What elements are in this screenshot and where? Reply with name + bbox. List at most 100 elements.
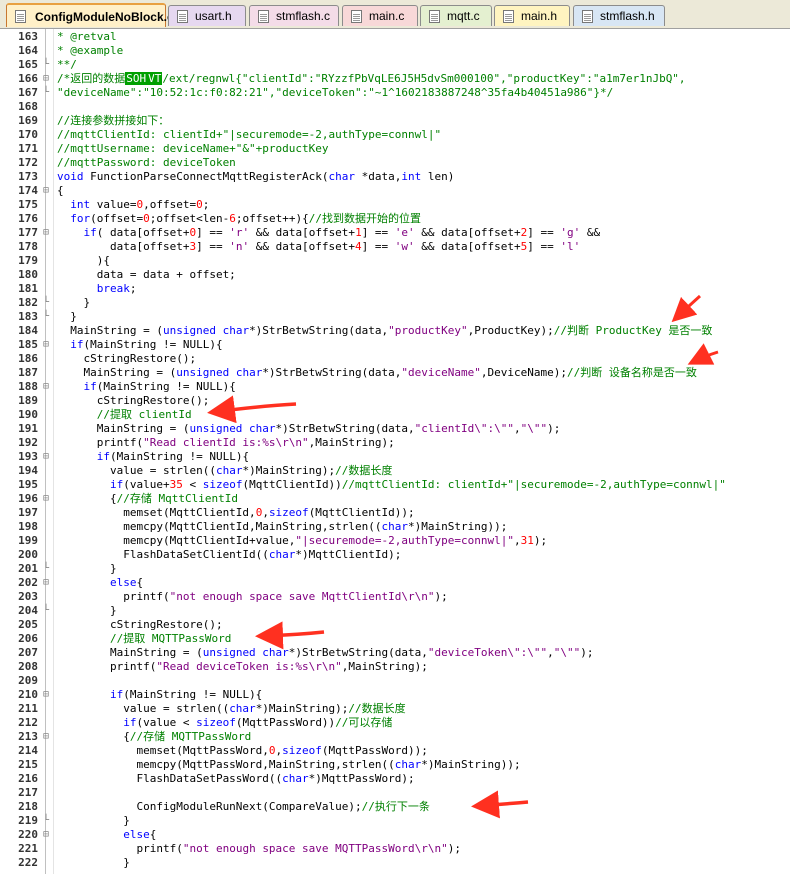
code-line[interactable]: data = data + offset; — [57, 268, 787, 282]
line-number: 182 — [18, 296, 38, 309]
code-line[interactable]: //提取 clientId — [57, 408, 787, 422]
code-line[interactable]: if(MainString != NULL){ — [57, 338, 787, 352]
code-line[interactable]: ConfigModuleRunNext(CompareValue);//执行下一… — [57, 800, 787, 814]
tab-stmflash-c[interactable]: stmflash.c — [249, 5, 339, 26]
code-line[interactable]: MainString = (unsigned char*)StrBetwStri… — [57, 422, 787, 436]
code-line[interactable]: MainString = (unsigned char*)StrBetwStri… — [57, 366, 787, 380]
line-number: 206 — [18, 632, 38, 645]
code-line[interactable]: {//存储 MqttClientId — [57, 492, 787, 506]
fold-end-marker: └ — [42, 815, 50, 826]
fold-toggle[interactable]: ⊟ — [41, 576, 51, 590]
code-line[interactable]: } — [57, 296, 787, 310]
code-line[interactable]: FlashDataSetPassWord((char*)MqttPassWord… — [57, 772, 787, 786]
fold-toggle[interactable]: ⊟ — [41, 828, 51, 842]
code-line[interactable]: printf("Read clientId is:%s\r\n",MainStr… — [57, 436, 787, 450]
code-line[interactable]: "deviceName":"10:52:1c:f0:82:21","device… — [57, 86, 787, 100]
line-number: 169 — [18, 114, 38, 127]
fold-toggle[interactable]: ⊟ — [41, 380, 51, 394]
code-line[interactable]: /*返回的数据SOH VT/ext/regnwl{"clientId":"RYzz… — [57, 72, 787, 86]
tab-label: stmflash.c — [276, 9, 331, 23]
code-line[interactable]: //连接参数拼接如下： — [57, 114, 787, 128]
code-line[interactable]: memcpy(MqttClientId+value,"|securemode=-… — [57, 534, 787, 548]
code-line[interactable]: //mqttPassword: deviceToken — [57, 156, 787, 170]
fold-toggle[interactable]: ⊟ — [41, 688, 51, 702]
fold-toggle[interactable]: ⊟ — [41, 730, 51, 744]
fold-toggle[interactable]: ⊟ — [41, 184, 51, 198]
code-line[interactable]: else{ — [57, 828, 787, 842]
code-line[interactable]: memset(MqttClientId,0,sizeof(MqttClientI… — [57, 506, 787, 520]
line-number: 205 — [18, 618, 38, 631]
code-line[interactable]: value = strlen((char*)MainString);//数据长度 — [57, 702, 787, 716]
code-line[interactable]: //mqttClientId: clientId+"|securemode=-2… — [57, 128, 787, 142]
code-line[interactable]: memcpy(MqttPassWord,MainString,strlen((c… — [57, 758, 787, 772]
code-line[interactable]: } — [57, 856, 787, 870]
line-number: 202 — [18, 576, 38, 589]
tab-main-c[interactable]: main.c — [342, 5, 418, 26]
code-line[interactable]: } — [57, 562, 787, 576]
fold-toggle[interactable]: ⊟ — [41, 226, 51, 240]
code-line[interactable]: for(offset=0;offset<len-6;offset++){//找到… — [57, 212, 787, 226]
line-number: 221 — [18, 842, 38, 855]
code-line[interactable]: memcpy(MqttClientId,MainString,strlen((c… — [57, 520, 787, 534]
code-line[interactable]: MainString = (unsigned char*)StrBetwStri… — [57, 646, 787, 660]
code-line[interactable]: } — [57, 310, 787, 324]
line-number: 177 — [18, 226, 38, 239]
code-line[interactable]: if(value < sizeof(MqttPassWord))//可以存储 — [57, 716, 787, 730]
code-line[interactable]: ){ — [57, 254, 787, 268]
code-line[interactable]: **/ — [57, 58, 787, 72]
fold-end-marker: └ — [42, 311, 50, 322]
code-line[interactable]: void FunctionParseConnectMqttRegisterAck… — [57, 170, 787, 184]
code-line[interactable]: {//存储 MQTTPassWord — [57, 730, 787, 744]
code-editor[interactable]: 163 * @retval 164 * @example 165 └ **/166 ⊟/*返回… — [0, 29, 790, 874]
file-icon — [503, 10, 514, 23]
tab-configmodulenoblock-c[interactable]: ConfigModuleNoBlock.c — [6, 3, 174, 27]
tab-usart-h[interactable]: usart.h — [168, 5, 246, 26]
code-line[interactable]: data[offset+3] == 'n' && data[offset+4] … — [57, 240, 787, 254]
code-line[interactable]: cStringRestore(); — [57, 618, 787, 632]
code-line[interactable]: printf("Read deviceToken is:%s\r\n",Main… — [57, 660, 787, 674]
line-number: 215 — [18, 758, 38, 771]
code-line[interactable]: if(value+35 < sizeof(MqttClientId))//mqt… — [57, 478, 787, 492]
code-line[interactable]: memset(MqttPassWord,0,sizeof(MqttPassWor… — [57, 744, 787, 758]
line-number: 192 — [18, 436, 38, 449]
line-number: 190 — [18, 408, 38, 421]
line-number: 189 — [18, 394, 38, 407]
code-line[interactable]: * @retval — [57, 30, 787, 44]
line-number: 197 — [18, 506, 38, 519]
code-line[interactable]: { — [57, 184, 787, 198]
code-line[interactable]: //mqttUsername: deviceName+"&"+productKe… — [57, 142, 787, 156]
line-number: 184 — [18, 324, 38, 337]
line-number: 166 — [18, 72, 38, 85]
tab-stmflash-h[interactable]: stmflash.h — [573, 5, 665, 26]
code-line[interactable]: break; — [57, 282, 787, 296]
code-line[interactable]: MainString = (unsigned char*)StrBetwStri… — [57, 324, 787, 338]
code-line[interactable]: cStringRestore(); — [57, 394, 787, 408]
file-icon — [177, 10, 188, 23]
line-number: 216 — [18, 772, 38, 785]
line-number: 188 — [18, 380, 38, 393]
line-number: 212 — [18, 716, 38, 729]
fold-toggle[interactable]: ⊟ — [41, 450, 51, 464]
code-line[interactable]: } — [57, 814, 787, 828]
code-line[interactable]: * @example — [57, 44, 787, 58]
code-line[interactable]: if(MainString != NULL){ — [57, 380, 787, 394]
code-line[interactable]: if(MainString != NULL){ — [57, 450, 787, 464]
fold-toggle[interactable]: ⊟ — [41, 338, 51, 352]
control-char-vt: VT — [147, 72, 163, 85]
code-line[interactable]: else{ — [57, 576, 787, 590]
code-line[interactable]: if(MainString != NULL){ — [57, 688, 787, 702]
code-line[interactable]: int value=0,offset=0; — [57, 198, 787, 212]
code-line[interactable]: printf("not enough space save MqttClient… — [57, 590, 787, 604]
code-line[interactable]: } — [57, 604, 787, 618]
code-line[interactable]: if( data[offset+0] == 'r' && data[offset… — [57, 226, 787, 240]
code-line[interactable]: //提取 MQTTPassWord — [57, 632, 787, 646]
tab-main-h[interactable]: main.h — [494, 5, 570, 26]
fold-toggle[interactable]: ⊟ — [41, 72, 51, 86]
line-number: 219 — [18, 814, 38, 827]
code-line[interactable]: printf("not enough space save MQTTPassWo… — [57, 842, 787, 856]
fold-toggle[interactable]: ⊟ — [41, 492, 51, 506]
code-line[interactable]: cStringRestore(); — [57, 352, 787, 366]
code-line[interactable]: value = strlen((char*)MainString);//数据长度 — [57, 464, 787, 478]
tab-mqtt-c[interactable]: mqtt.c — [420, 5, 492, 26]
code-line[interactable]: FlashDataSetClientId((char*)MqttClientId… — [57, 548, 787, 562]
